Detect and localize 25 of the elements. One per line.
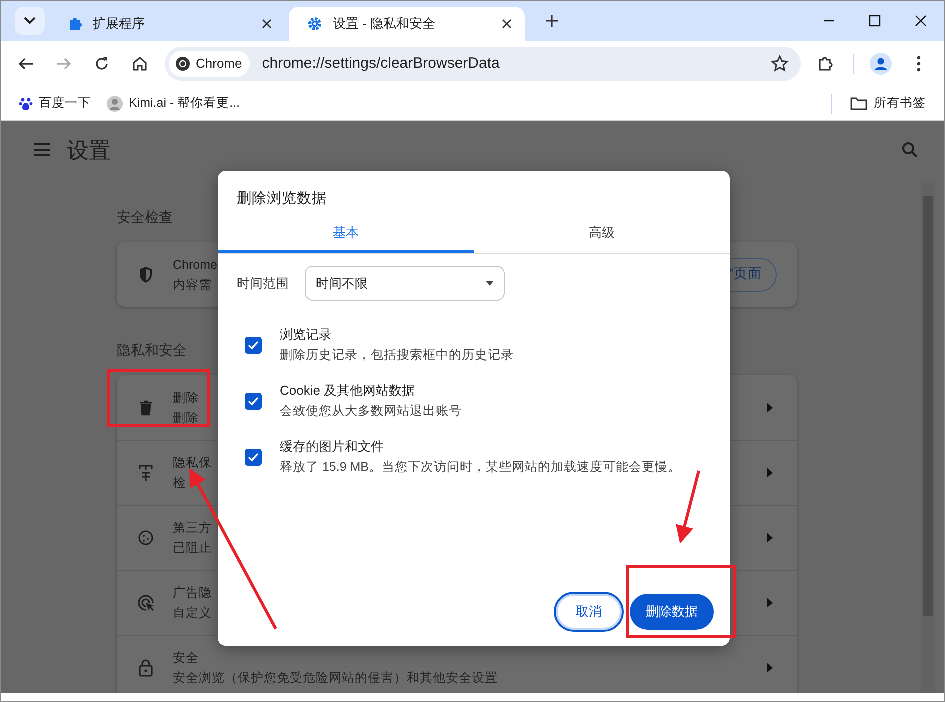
row-description: 已阻止: [173, 540, 212, 557]
option-title: 浏览记录: [280, 326, 333, 344]
row-description: 安全浏览（保护您免受危险网站的侵害）和其他安全设置: [173, 670, 498, 687]
row-description: 删除: [173, 410, 199, 426]
row-description: 自定义: [173, 605, 212, 622]
section-heading: 安全检查: [117, 209, 173, 225]
card-description: 内容需: [173, 276, 212, 294]
option-title: Cookie 及其他网站数据: [280, 382, 416, 400]
row-title: 广告隐: [173, 585, 212, 602]
section-heading: 隐私和安全: [117, 342, 187, 358]
site-chip-label: Chrome: [196, 55, 242, 74]
option-description: 会致使您从大多数网站退出账号: [280, 403, 462, 420]
dialog-title: 删除浏览数据: [237, 191, 327, 207]
option-description: 释放了 15.9 MB。当您下次访问时，某些网站的加载速度可能会更慢。: [280, 459, 682, 476]
row-title: 删除: [173, 390, 199, 406]
row-description: 检: [173, 475, 186, 492]
time-range-label: 时间范围: [237, 274, 289, 293]
card-title: Chrome: [173, 256, 218, 274]
row-title: 安全: [173, 650, 199, 667]
row-title: 第三方: [173, 520, 212, 537]
url-text: chrome://settings/clearBrowserData: [261, 54, 501, 74]
settings-title: 设置: [67, 136, 111, 164]
option-title: 缓存的图片和文件: [280, 438, 385, 456]
option-description: 删除历史记录，包括搜索框中的历史记录: [280, 347, 514, 364]
row-title: 隐私保: [173, 455, 212, 472]
